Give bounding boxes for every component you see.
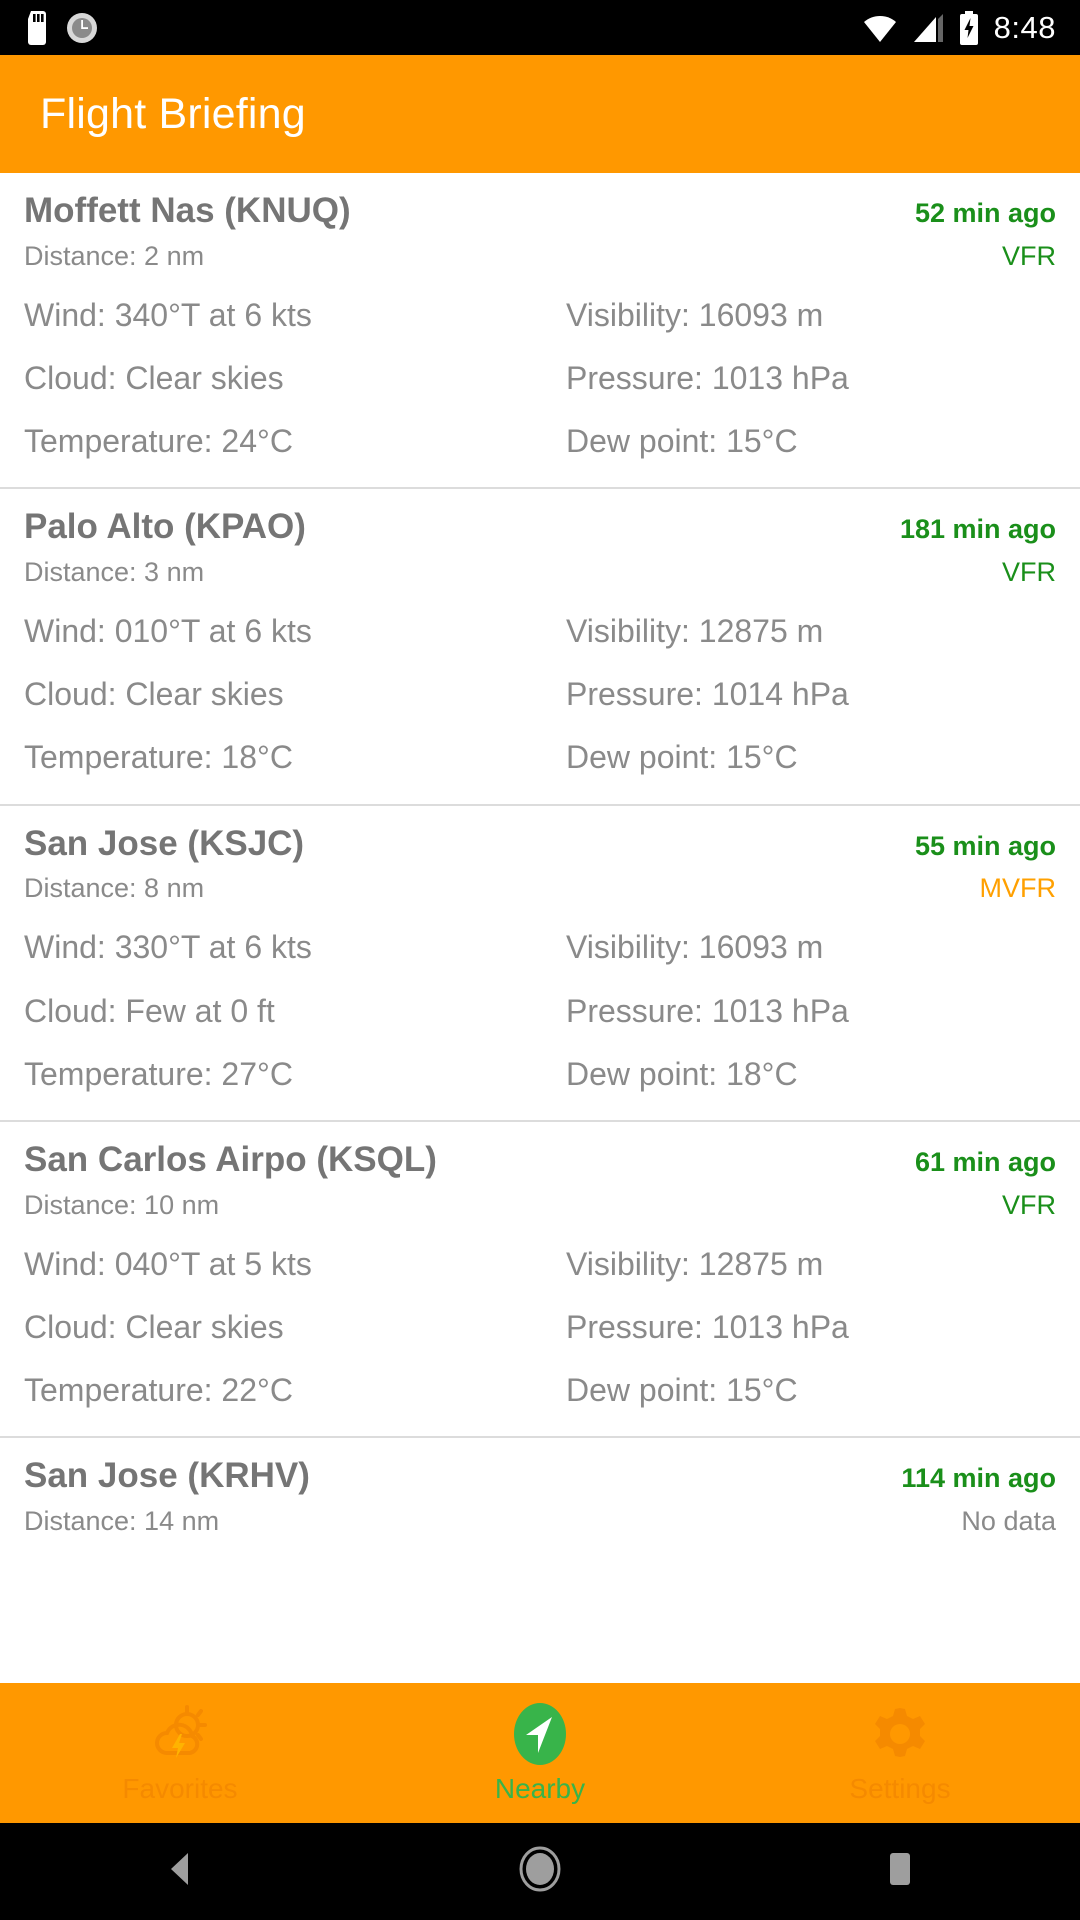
tab-settings-label: Settings [849,1773,951,1804]
metric-cloud: Cloud: Clear skies [24,676,284,713]
recents-icon [884,1850,916,1893]
status-bar-left-icons [24,10,98,45]
station-distance: Distance: 3 nm [24,557,205,588]
back-icon [162,1850,198,1893]
clock-icon [66,12,98,44]
station-card[interactable]: San Carlos Airpo (KSQL) 61 min ago Distanc… [0,1119,1080,1437]
station-observation-age: 52 min ago [914,198,1056,228]
metric-visibility: Visibility: 16093 m [566,929,824,966]
metric-wind: Wind: 010°T at 6 kts [24,613,312,650]
status-badge: VFR [1002,557,1056,588]
metric-dew-point: Dew point: 15°C [566,1372,798,1409]
status-badge: VFR [1002,240,1056,271]
station-card[interactable]: San Jose (KSJC) 55 min ago Distance: 8 nm M… [0,803,1080,1120]
metric-cloud: Cloud: Clear skies [24,1308,284,1345]
back-button[interactable] [2,1850,358,1893]
page-title: Flight Briefing [40,89,306,138]
station-card[interactable]: Moffett Nas (KNUQ) 52 min ago Distance: 2 … [0,173,1080,487]
app-bar: Flight Briefing [0,55,1080,173]
station-observation-age: 55 min ago [914,830,1056,861]
recents-button[interactable] [722,1850,1078,1893]
metric-temperature: Temperature: 18°C [24,739,293,776]
station-header: San Jose (KRHV) 114 min ago [24,1438,1056,1498]
status-bar-clock: 8:48 [993,9,1056,45]
station-name: San Jose (KRHV) [24,1456,310,1496]
metric-cloud: Cloud: Few at 0 ft [24,992,275,1029]
station-card[interactable]: Palo Alto (KPAO) 181 min ago Distance: 3 n… [0,487,1080,803]
station-subheader: Distance: 8 nm MVFR [24,865,1056,904]
station-subheader: Distance: 3 nm VFR [24,549,1056,588]
metric-wind: Wind: 040°T at 5 kts [24,1245,312,1282]
station-header: San Jose (KSJC) 55 min ago [24,806,1056,866]
station-header: San Carlos Airpo (KSQL) 61 min ago [24,1122,1056,1182]
station-subheader: Distance: 2 nm VFR [24,233,1056,272]
metric-dew-point: Dew point: 15°C [566,739,798,776]
system-navigation-bar [0,1823,1080,1920]
phone-screen: 8:48 Flight Briefing Moffett Nas (KNUQ) 5… [0,0,1080,1920]
navigation-arrow-icon [509,1701,571,1767]
station-name: San Jose (KSJC) [24,823,305,863]
station-name: Palo Alto (KPAO) [24,507,306,547]
station-subheader: Distance: 10 nm VFR [24,1182,1056,1221]
station-metrics: Wind: 340°T at 6 kts Visibility: 16093 m C… [24,272,1056,488]
metric-cloud: Cloud: Clear skies [24,359,284,396]
metric-visibility: Visibility: 12875 m [566,1245,824,1282]
station-metrics: Wind: 040°T at 5 kts Visibility: 12875 m C… [24,1221,1056,1437]
station-list[interactable]: Moffett Nas (KNUQ) 52 min ago Distance: 2 … [0,173,1080,1683]
metric-dew-point: Dew point: 18°C [566,1055,798,1092]
status-badge: MVFR [979,873,1057,904]
metric-dew-point: Dew point: 15°C [566,423,798,460]
tab-favorites-label: Favorites [122,1773,238,1804]
metric-temperature: Temperature: 22°C [24,1372,293,1409]
station-distance: Distance: 10 nm [24,1189,220,1220]
station-distance: Distance: 14 nm [24,1506,220,1536]
tab-nearby-label: Nearby [494,1773,586,1804]
wifi-icon [862,13,898,43]
station-observation-age: 181 min ago [899,514,1056,545]
sd-card-icon [24,10,50,45]
station-subheader: Distance: 14 nm No data [24,1498,1056,1537]
battery-charging-icon [958,10,980,45]
home-button[interactable] [362,1846,718,1897]
home-icon [518,1846,562,1897]
station-distance: Distance: 8 nm [24,873,205,904]
metric-pressure: Pressure: 1013 hPa [566,359,849,396]
status-badge: No data [961,1506,1056,1536]
signal-icon [912,13,944,43]
gear-icon [869,1701,931,1767]
station-header: Palo Alto (KPAO) 181 min ago [24,489,1056,549]
station-metrics: Wind: 330°T at 6 kts Visibility: 16093 m C… [24,904,1056,1120]
station-observation-age: 114 min ago [901,1463,1056,1494]
metric-pressure: Pressure: 1013 hPa [566,1308,849,1345]
tab-settings[interactable]: Settings [722,1701,1078,1805]
station-metrics: Wind: 010°T at 6 kts Visibility: 12875 m C… [24,588,1056,804]
tab-favorites[interactable]: Favorites [2,1701,358,1805]
station-distance: Distance: 2 nm [24,240,205,271]
status-bar-right-icons: 8:48 [862,10,1056,46]
tab-nearby[interactable]: Nearby [362,1701,718,1805]
metric-pressure: Pressure: 1014 hPa [566,676,849,713]
metric-temperature: Temperature: 24°C [24,423,293,460]
station-name: Moffett Nas (KNUQ) [24,191,351,230]
station-name: San Carlos Airpo (KSQL) [24,1139,437,1179]
bottom-navigation: Favorites Nearby Settings [0,1683,1080,1823]
status-badge: VFR [1002,1189,1056,1220]
station-card[interactable]: San Jose (KRHV) 114 min ago Distance: 14 n… [0,1436,1080,1537]
metric-visibility: Visibility: 16093 m [566,296,824,333]
station-header: Moffett Nas (KNUQ) 52 min ago [24,173,1056,233]
metric-visibility: Visibility: 12875 m [566,613,824,650]
metric-temperature: Temperature: 27°C [24,1055,293,1092]
metric-wind: Wind: 340°T at 6 kts [24,296,312,333]
metric-pressure: Pressure: 1013 hPa [566,992,849,1029]
metric-wind: Wind: 330°T at 6 kts [24,929,312,966]
storm-weather-icon [149,1701,211,1767]
status-bar: 8:48 [0,0,1080,55]
station-observation-age: 61 min ago [914,1146,1056,1177]
